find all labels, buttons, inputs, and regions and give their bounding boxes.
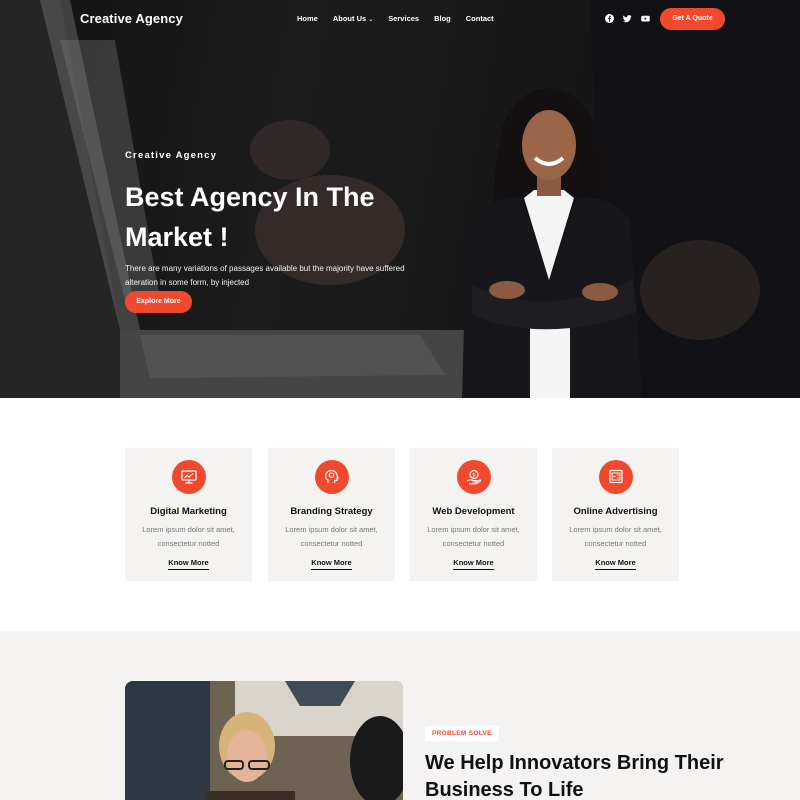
nav-item-about-us[interactable]: About Us ⌄	[333, 14, 373, 23]
service-card-web-development: $ Web Development Lorem ipsum dolor sit …	[410, 448, 537, 581]
top-navigation: Creative Agency Home About Us ⌄ Services …	[0, 0, 800, 38]
facebook-icon[interactable]	[605, 14, 614, 23]
nav-menu: Home About Us ⌄ Services Blog Contact	[297, 14, 494, 23]
hand-coin-icon: $	[457, 460, 491, 494]
know-more-link-label: Know More	[595, 558, 636, 570]
ad-board-icon	[599, 460, 633, 494]
know-more-link[interactable]: Know More	[268, 558, 395, 570]
know-more-link[interactable]: Know More	[410, 558, 537, 570]
service-title: Branding Strategy	[290, 506, 373, 517]
explore-more-button[interactable]: Explore More	[125, 291, 192, 313]
about-section: PROBLEM SOLVE We Help Innovators Bring T…	[0, 631, 800, 800]
social-links	[605, 14, 650, 23]
service-title: Online Advertising	[573, 506, 658, 517]
service-description: Lorem ipsum dolor sit amet, consectetur …	[142, 525, 235, 548]
youtube-icon[interactable]	[641, 14, 650, 23]
service-description: Lorem ipsum dolor sit amet, consectetur …	[427, 525, 520, 548]
nav-item-services[interactable]: Services	[388, 14, 419, 23]
know-more-link-label: Know More	[168, 558, 209, 570]
monitor-chart-icon	[172, 460, 206, 494]
head-idea-icon	[315, 460, 349, 494]
hero-eyebrow: Creative Agency	[125, 150, 218, 161]
service-card-online-advertising: Online Advertising Lorem ipsum dolor sit…	[552, 448, 679, 581]
service-card-branding-strategy: Branding Strategy Lorem ipsum dolor sit …	[268, 448, 395, 581]
hero-headline: Best Agency In The Market !	[125, 182, 375, 252]
services-section: Digital Marketing Lorem ipsum dolor sit …	[0, 398, 800, 631]
svg-text:$: $	[472, 473, 476, 479]
service-card-digital-marketing: Digital Marketing Lorem ipsum dolor sit …	[125, 448, 252, 581]
nav-item-blog[interactable]: Blog	[434, 14, 451, 23]
hero-portrait-image	[462, 88, 642, 398]
hero-section: Creative Agency Home About Us ⌄ Services …	[0, 0, 800, 398]
service-title: Digital Marketing	[150, 506, 227, 517]
nav-item-contact[interactable]: Contact	[466, 14, 494, 23]
know-more-link[interactable]: Know More	[125, 558, 252, 570]
section-tag: PROBLEM SOLVE	[425, 726, 499, 741]
about-photo	[125, 681, 403, 800]
know-more-link-label: Know More	[453, 558, 494, 570]
service-description: Lorem ipsum dolor sit amet, consectetur …	[285, 525, 378, 548]
chevron-down-icon: ⌄	[368, 17, 374, 23]
nav-item-about-us-label: About Us	[332, 14, 367, 23]
know-more-link-label: Know More	[311, 558, 352, 570]
twitter-icon[interactable]	[623, 14, 632, 23]
service-title: Web Development	[432, 506, 515, 517]
brand-logo[interactable]: Creative Agency	[80, 11, 183, 26]
get-a-quote-button[interactable]: Get A Quote	[660, 8, 725, 30]
know-more-link[interactable]: Know More	[552, 558, 679, 570]
hero-description: There are many variations of passages av…	[125, 264, 405, 287]
nav-item-home[interactable]: Home	[297, 14, 318, 23]
hero-copy: Creative Agency Best Agency In The Marke…	[125, 150, 415, 290]
about-title: We Help Innovators Bring Their Business …	[425, 752, 724, 800]
service-description: Lorem ipsum dolor sit amet, consectetur …	[569, 525, 662, 548]
